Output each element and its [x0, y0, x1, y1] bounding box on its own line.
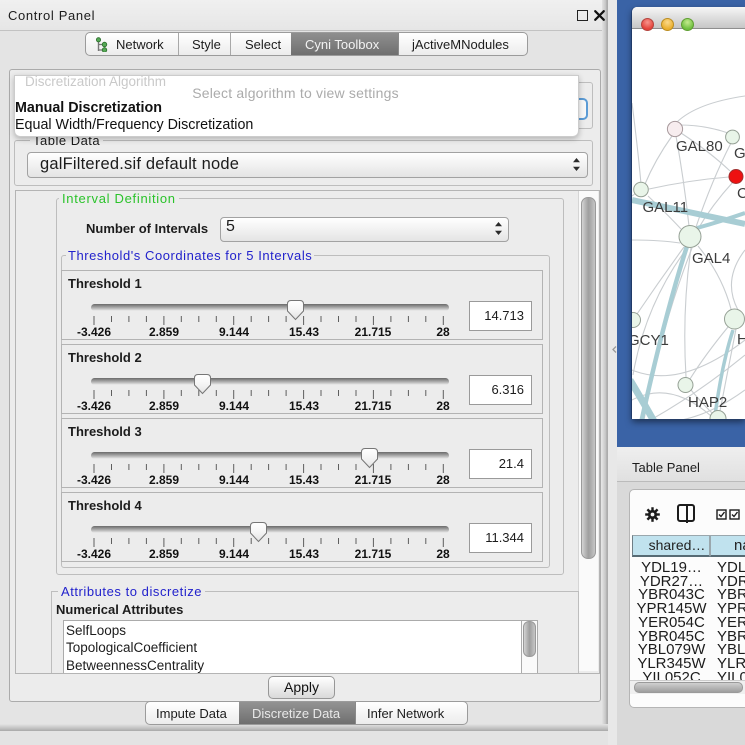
svg-text:GAL80: GAL80: [676, 138, 723, 155]
svg-text:CY: CY: [737, 185, 745, 202]
svg-text:GAL4: GAL4: [692, 250, 730, 267]
svg-text:GAL11: GAL11: [643, 199, 689, 216]
svg-text:GCY1: GCY1: [632, 332, 669, 349]
svg-text:GA: GA: [734, 145, 745, 162]
svg-text:HAP2: HAP2: [688, 394, 727, 411]
svg-text:HA: HA: [737, 331, 745, 348]
